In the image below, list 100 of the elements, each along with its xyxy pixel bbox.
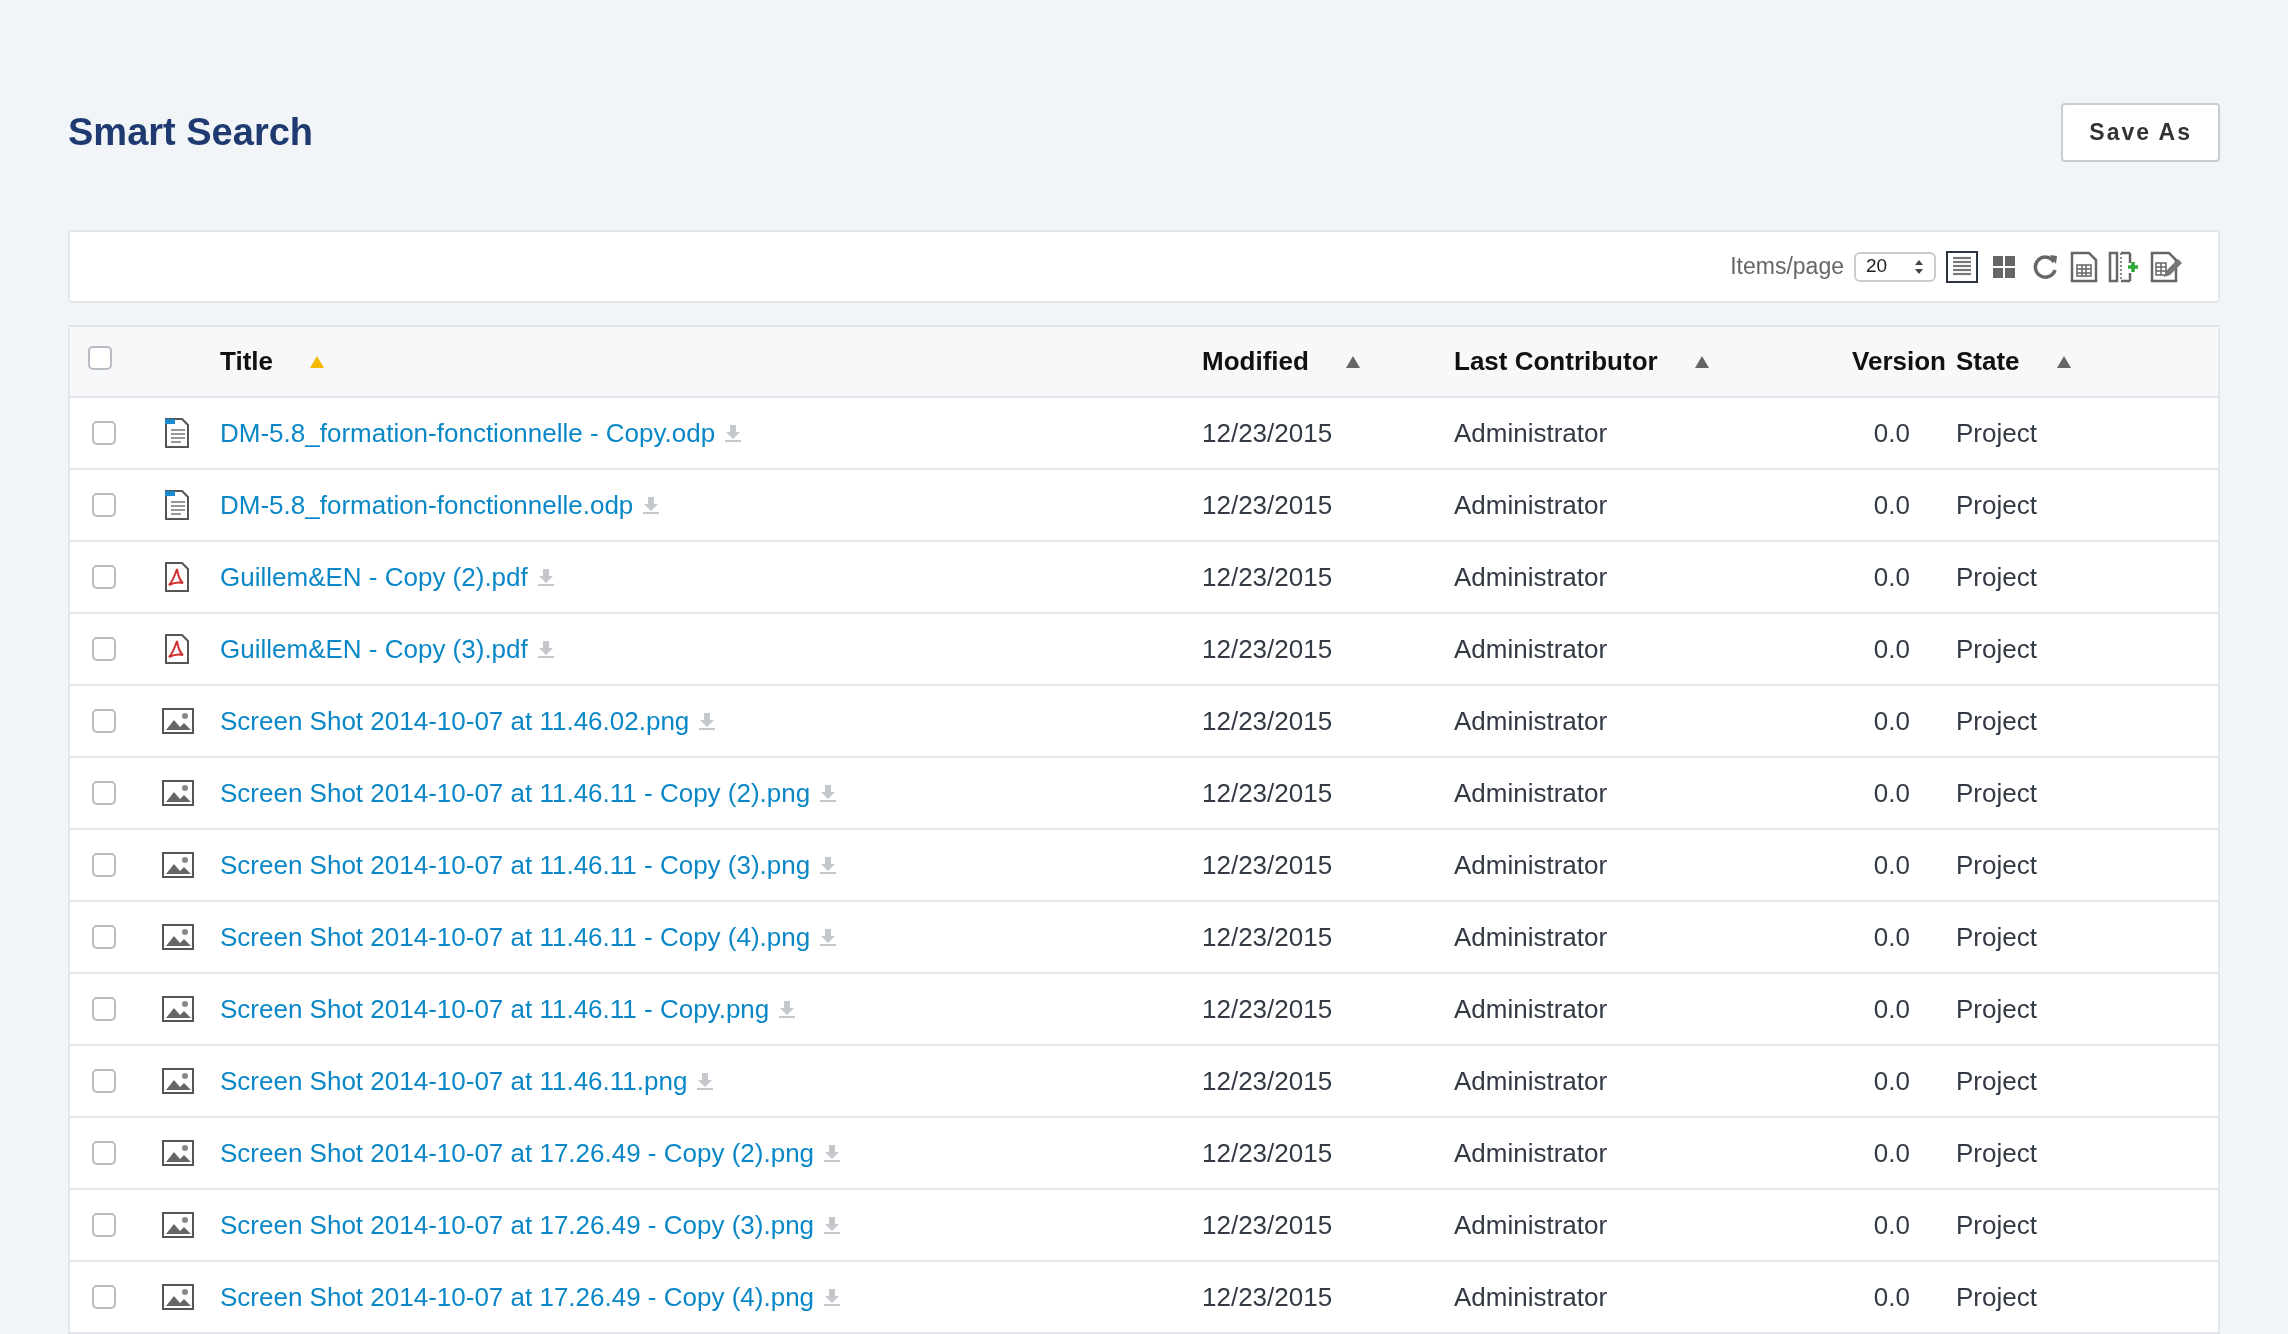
version-number: 0.0 (1872, 1136, 1911, 1170)
checkbox[interactable] (92, 709, 116, 733)
checkbox[interactable] (92, 1069, 116, 1093)
checkbox[interactable] (88, 346, 112, 370)
download-icon[interactable] (697, 711, 718, 731)
state-label: Project (1956, 488, 2038, 522)
contributor-name: Administrator (1454, 992, 1609, 1026)
contributor-name: Administrator (1454, 848, 1609, 882)
download-icon[interactable] (822, 1287, 843, 1307)
contributor-name: Administrator (1454, 560, 1609, 594)
version-number: 0.0 (1872, 1064, 1911, 1098)
file-link[interactable]: DM-5.8_formation-fonctionnelle - Copy.odp (220, 413, 716, 453)
column-header: Version (1852, 345, 1946, 378)
view-toggle[interactable] (1946, 250, 1978, 283)
file-link[interactable]: Screen Shot 2014-10-07 at 17.26.49 - Copy (2).png (220, 1133, 815, 1173)
stepper-arrows-icon (1914, 258, 1924, 275)
contributor-name: Administrator (1454, 920, 1609, 954)
download-icon[interactable] (822, 1215, 843, 1235)
state-label: Project (1956, 920, 2038, 954)
modified-date: 12/23/2015 (1202, 776, 1334, 810)
modified-date: 12/23/2015 (1202, 488, 1334, 522)
checkbox[interactable] (92, 421, 116, 445)
image-icon (162, 1212, 194, 1238)
column-header[interactable]: Last Contributor (1454, 342, 1658, 381)
sort-arrow-icon[interactable] (2055, 354, 2072, 369)
sort-arrow-icon[interactable] (1344, 354, 1361, 369)
file-link[interactable]: Screen Shot 2014-10-07 at 17.26.49 - Copy (3).png (220, 1205, 815, 1245)
checkbox[interactable] (92, 1285, 116, 1309)
version-number: 0.0 (1872, 776, 1911, 810)
state-label: Project (1956, 848, 2038, 882)
column-header[interactable]: State (1956, 342, 2020, 381)
modified-date: 12/23/2015 (1202, 1280, 1334, 1314)
version-number: 0.0 (1872, 704, 1911, 738)
modified-date: 12/23/2015 (1202, 992, 1334, 1026)
download-icon[interactable] (822, 1143, 843, 1163)
download-icon[interactable] (535, 567, 556, 587)
contributor-name: Administrator (1454, 1136, 1609, 1170)
download-icon[interactable] (695, 1071, 716, 1091)
file-link[interactable]: Screen Shot 2014-10-07 at 11.46.11 - Copy.png (220, 989, 770, 1029)
checkbox[interactable] (92, 493, 116, 517)
contributor-name: Administrator (1454, 704, 1609, 738)
save-as-button[interactable]: Save As (2061, 102, 2220, 162)
file-link[interactable]: Guillem&EN - Copy (2).pdf (220, 557, 528, 597)
image-icon (162, 924, 194, 950)
image-icon (162, 708, 194, 734)
checkbox[interactable] (92, 1141, 116, 1165)
modified-date: 12/23/2015 (1202, 1136, 1334, 1170)
modified-date: 12/23/2015 (1202, 1064, 1334, 1098)
contributor-name: Administrator (1454, 1280, 1609, 1314)
image-icon (162, 780, 194, 806)
contributor-name: Administrator (1454, 488, 1609, 522)
download-icon[interactable] (641, 495, 662, 515)
version-number: 0.0 (1872, 1208, 1911, 1242)
items-per-page-select[interactable]: 20 (1854, 251, 1936, 282)
checkbox[interactable] (92, 997, 116, 1021)
file-link[interactable]: Screen Shot 2014-10-07 at 11.46.11.png (220, 1061, 688, 1101)
download-icon[interactable] (723, 423, 744, 443)
modified-date: 12/23/2015 (1202, 416, 1334, 450)
column-header[interactable]: Modified (1202, 342, 1309, 381)
download-icon[interactable] (818, 855, 839, 875)
file-link[interactable]: Guillem&EN - Copy (3).pdf (220, 629, 528, 669)
state-label: Project (1956, 1208, 2038, 1242)
checkbox[interactable] (92, 1213, 116, 1237)
version-number: 0.0 (1872, 416, 1911, 450)
download-icon[interactable] (818, 927, 839, 947)
checkbox[interactable] (92, 637, 116, 661)
file-link[interactable]: Screen Shot 2014-10-07 at 11.46.11 - Copy (2).png (220, 773, 811, 813)
image-icon (162, 1140, 194, 1166)
state-label: Project (1956, 992, 2038, 1026)
contributor-name: Administrator (1454, 416, 1609, 450)
checkbox[interactable] (92, 781, 116, 805)
file-link[interactable]: Screen Shot 2014-10-07 at 11.46.11 - Copy (3).png (220, 845, 811, 885)
state-label: Project (1956, 416, 2038, 450)
download-icon[interactable] (818, 783, 839, 803)
image-icon (162, 852, 194, 878)
sort-arrow-icon[interactable] (1693, 354, 1710, 369)
file-link[interactable]: DM-5.8_formation-fonctionnelle.odp (220, 485, 634, 525)
pdf-icon (162, 633, 192, 665)
spreadsheet-icon[interactable] (2070, 250, 2098, 283)
image-icon (162, 1068, 194, 1094)
download-icon[interactable] (535, 639, 556, 659)
download-icon[interactable] (777, 999, 798, 1019)
checkbox[interactable] (92, 565, 116, 589)
modified-date: 12/23/2015 (1202, 632, 1334, 666)
image-icon (162, 1284, 194, 1310)
version-number: 0.0 (1872, 560, 1911, 594)
state-label: Project (1956, 632, 2038, 666)
column-header[interactable]: Title (220, 342, 273, 381)
checkbox[interactable] (92, 853, 116, 877)
modified-date: 12/23/2015 (1202, 920, 1334, 954)
checkbox[interactable] (92, 925, 116, 949)
file-link[interactable]: Screen Shot 2014-10-07 at 11.46.11 - Copy (4).png (220, 917, 811, 957)
file-link[interactable]: Screen Shot 2014-10-07 at 11.46.02.png (220, 701, 690, 741)
edit-table-icon[interactable] (2150, 250, 2182, 283)
state-label: Project (1956, 776, 2038, 810)
document-icon (162, 417, 192, 449)
add-column-icon[interactable] (2108, 250, 2140, 283)
contributor-name: Administrator (1454, 1064, 1609, 1098)
file-link[interactable]: Screen Shot 2014-10-07 at 17.26.49 - Copy (4).png (220, 1277, 815, 1317)
state-label: Project (1956, 1280, 2038, 1314)
